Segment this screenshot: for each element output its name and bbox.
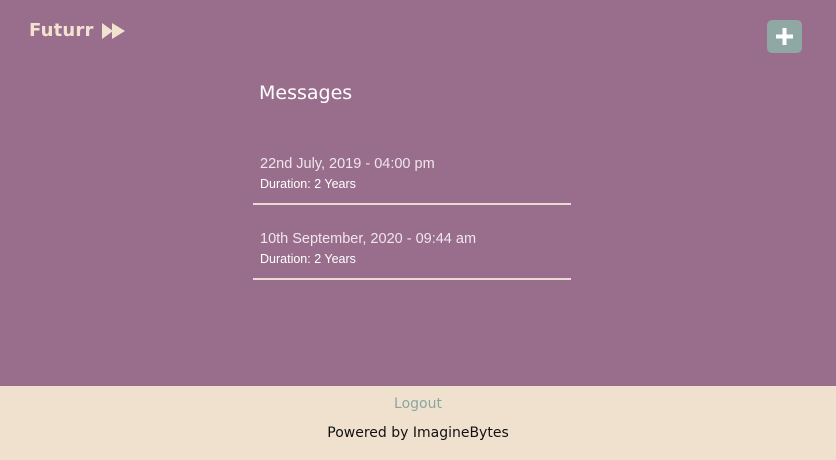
message-item[interactable]: 10th September, 2020 - 09:44 am Duration…: [253, 221, 571, 280]
add-message-button[interactable]: [767, 20, 802, 53]
main-area: Futurr Messages 22nd July, 2019 - 04:00 …: [0, 0, 836, 386]
app-root: Futurr Messages 22nd July, 2019 - 04:00 …: [0, 0, 836, 460]
page-title: Messages: [259, 82, 353, 104]
logout-link[interactable]: Logout: [0, 396, 836, 412]
fast-forward-icon: [101, 21, 127, 41]
message-list: 22nd July, 2019 - 04:00 pm Duration: 2 Y…: [253, 146, 571, 280]
plus-icon: [774, 26, 795, 47]
message-duration: Duration: 2 Years: [260, 252, 356, 266]
message-item[interactable]: 22nd July, 2019 - 04:00 pm Duration: 2 Y…: [253, 146, 571, 205]
footer: Logout Powered by ImagineBytes: [0, 386, 836, 460]
brand-logo[interactable]: Futurr: [29, 20, 127, 41]
brand-name: Futurr: [29, 20, 94, 41]
message-date: 22nd July, 2019 - 04:00 pm: [260, 156, 435, 172]
powered-by-text: Powered by ImagineBytes: [327, 425, 509, 441]
message-duration: Duration: 2 Years: [260, 177, 356, 191]
message-date: 10th September, 2020 - 09:44 am: [260, 231, 477, 247]
